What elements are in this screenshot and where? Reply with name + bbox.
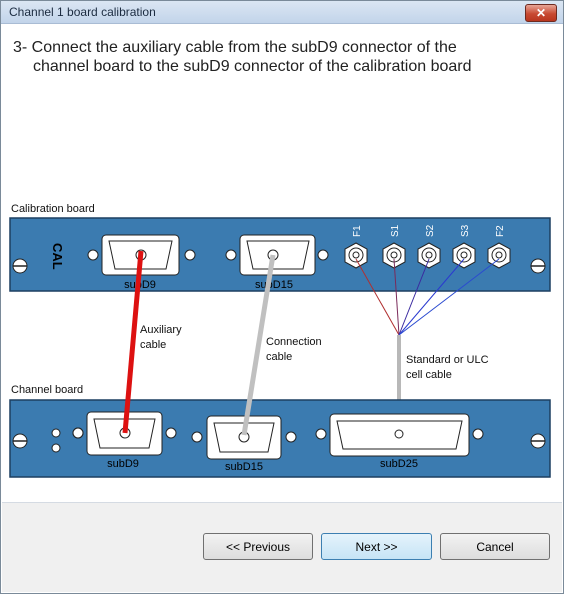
- bnc-connector-s2: [417, 242, 441, 269]
- bnc-label-s2: S2: [425, 224, 436, 237]
- close-button[interactable]: ✕: [525, 4, 557, 22]
- bnc-connector-s3: [452, 242, 476, 269]
- title-bar[interactable]: Channel 1 board calibration ✕: [1, 1, 563, 24]
- previous-button[interactable]: << Previous: [203, 533, 313, 560]
- bnc-connector-f1: [344, 242, 368, 269]
- bnc-label-f2: F2: [495, 225, 506, 237]
- cancel-button[interactable]: Cancel: [440, 533, 550, 560]
- connection-cable-label-2: cable: [266, 351, 292, 363]
- cell-cable-label-2: cell cable: [406, 369, 452, 381]
- bnc-label-s1: S1: [390, 224, 401, 237]
- next-button[interactable]: Next >>: [321, 533, 432, 560]
- channel-board-label: Channel board: [11, 384, 83, 396]
- cal-logo: CAL: [50, 243, 65, 270]
- auxiliary-cable-label-1: Auxiliary: [140, 324, 182, 336]
- window-title: Channel 1 board calibration: [9, 5, 156, 19]
- bnc-label-f1: F1: [352, 225, 363, 237]
- channel-subd9-label: subD9: [107, 458, 139, 470]
- cal-subd15-connector: [225, 234, 329, 276]
- instruction-line-2: channel board to the subD9 connector of …: [33, 58, 472, 75]
- channel-board-screw-right: [530, 433, 546, 449]
- instruction-text: 3- Connect the auxiliary cable from the …: [13, 38, 533, 76]
- calibration-board-screw-left: [12, 258, 28, 274]
- channel-subd25-connector: [315, 413, 484, 457]
- bnc-label-s3: S3: [460, 224, 471, 237]
- channel-subd25-label: subD25: [380, 458, 418, 470]
- channel-subd15-label: subD15: [225, 461, 263, 473]
- wiring-diagram: Calibration board CAL subD9: [9, 203, 551, 478]
- cal-subd15-label: subD15: [255, 279, 293, 291]
- instruction-line-1: 3- Connect the auxiliary cable from the …: [13, 39, 457, 56]
- connection-cable-label-1: Connection: [266, 336, 322, 348]
- auxiliary-cable-label-2: cable: [140, 339, 166, 351]
- channel-board-screw-left: [12, 433, 28, 449]
- cell-cable-label-1: Standard or ULC: [406, 354, 489, 366]
- calibration-board-screw-right: [530, 258, 546, 274]
- calibration-board-label: Calibration board: [11, 203, 95, 215]
- calibration-dialog: Channel 1 board calibration ✕ 3- Connect…: [0, 0, 564, 594]
